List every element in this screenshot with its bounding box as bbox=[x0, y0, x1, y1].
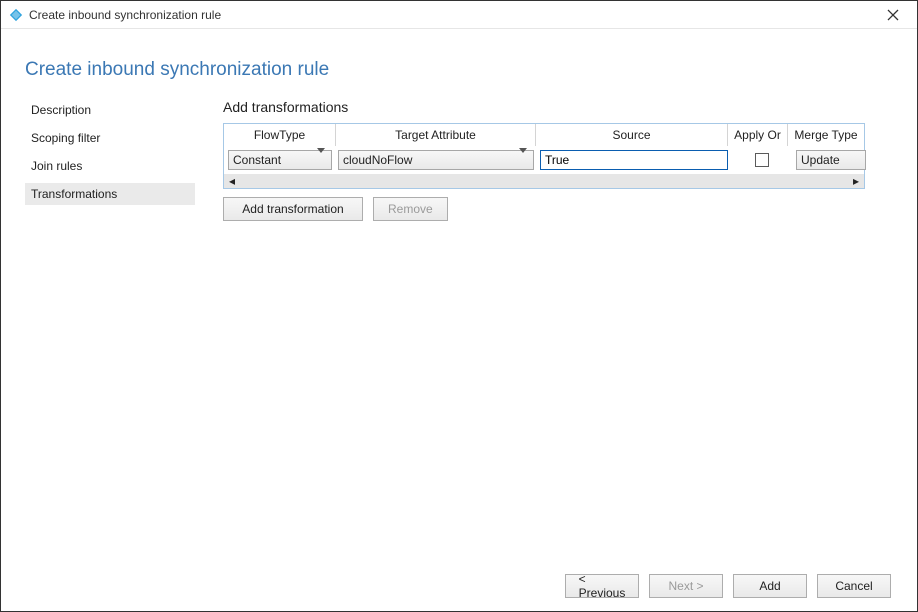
add-transformation-button[interactable]: Add transformation bbox=[223, 197, 363, 221]
nav-scoping-filter[interactable]: Scoping filter bbox=[25, 127, 195, 149]
content-area: Create inbound synchronization rule Desc… bbox=[1, 29, 917, 561]
col-source: Source bbox=[536, 124, 728, 146]
grid-row-0: Constant cloudNoFlow bbox=[224, 146, 864, 174]
page-heading: Create inbound synchronization rule bbox=[25, 59, 887, 81]
flowtype-value: Constant bbox=[233, 153, 281, 167]
remove-button[interactable]: Remove bbox=[373, 197, 448, 221]
scroll-right-icon[interactable]: ▸ bbox=[851, 176, 861, 186]
wizard-sidebar: Description Scoping filter Join rules Tr… bbox=[25, 99, 195, 221]
close-button[interactable] bbox=[873, 1, 913, 29]
previous-button[interactable]: < Previous bbox=[565, 574, 639, 598]
source-input[interactable] bbox=[540, 150, 728, 170]
flowtype-dropdown[interactable]: Constant bbox=[228, 150, 332, 170]
titlebar: Create inbound synchronization rule bbox=[1, 1, 917, 29]
target-attribute-value: cloudNoFlow bbox=[343, 153, 412, 167]
col-target-attribute: Target Attribute bbox=[336, 124, 536, 146]
scroll-left-icon[interactable]: ◂ bbox=[227, 176, 237, 186]
window-title: Create inbound synchronization rule bbox=[29, 8, 221, 22]
col-flowtype: FlowType bbox=[224, 124, 336, 146]
chevron-down-icon bbox=[519, 153, 527, 167]
section-title: Add transformations bbox=[223, 99, 887, 115]
grid-header-row: FlowType Target Attribute Source Apply O… bbox=[224, 124, 864, 146]
source-input-field[interactable] bbox=[545, 151, 723, 169]
close-icon bbox=[887, 9, 899, 21]
target-attribute-dropdown[interactable]: cloudNoFlow bbox=[338, 150, 534, 170]
app-icon bbox=[9, 8, 23, 22]
main-panel: Add transformations FlowType Target Attr… bbox=[223, 99, 887, 221]
col-apply-once: Apply Or bbox=[728, 124, 788, 146]
nav-join-rules[interactable]: Join rules bbox=[25, 155, 195, 177]
transformations-grid: FlowType Target Attribute Source Apply O… bbox=[223, 123, 865, 189]
merge-type-dropdown[interactable]: Update bbox=[796, 150, 866, 170]
nav-description[interactable]: Description bbox=[25, 99, 195, 121]
add-button[interactable]: Add bbox=[733, 574, 807, 598]
merge-type-value: Update bbox=[801, 153, 840, 167]
apply-once-checkbox[interactable] bbox=[755, 153, 769, 167]
col-merge-type: Merge Type bbox=[788, 124, 864, 146]
nav-transformations[interactable]: Transformations bbox=[25, 183, 195, 205]
chevron-down-icon bbox=[317, 153, 325, 167]
grid-buttons: Add transformation Remove bbox=[223, 197, 887, 221]
wizard-footer: < Previous Next > Add Cancel bbox=[1, 561, 917, 611]
horizontal-scrollbar[interactable]: ◂ ▸ bbox=[224, 174, 864, 188]
cancel-button[interactable]: Cancel bbox=[817, 574, 891, 598]
next-button[interactable]: Next > bbox=[649, 574, 723, 598]
